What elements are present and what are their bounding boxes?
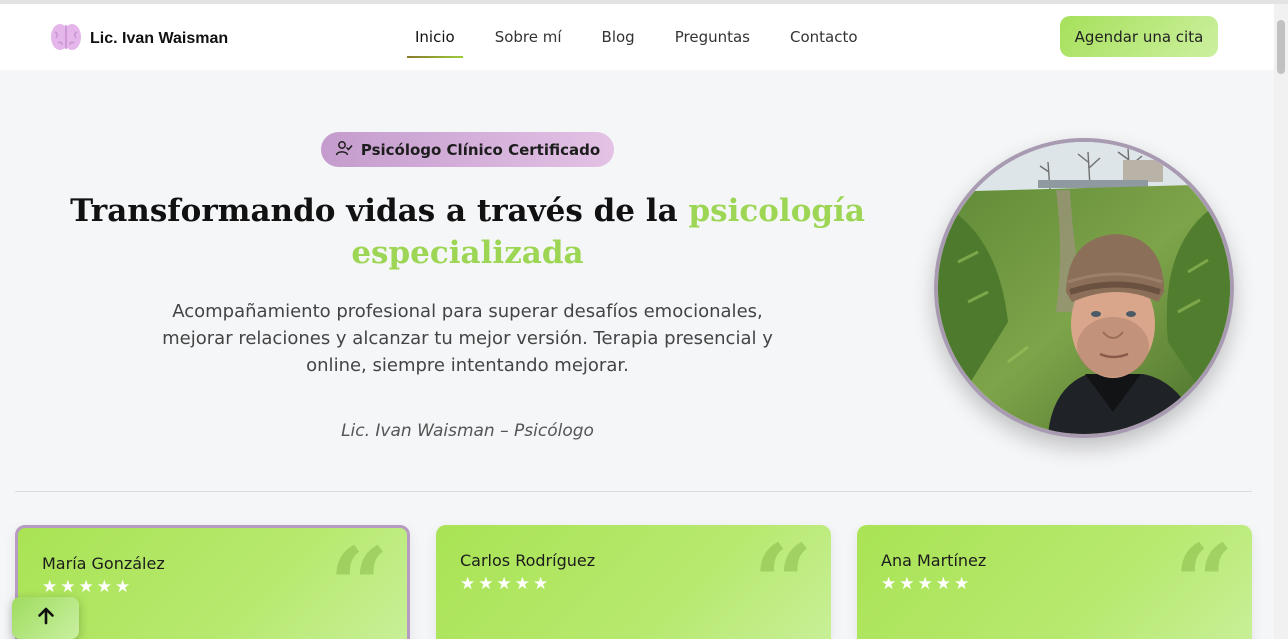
nav-preguntas[interactable]: Preguntas <box>675 4 750 70</box>
testimonial-author: María González <box>42 554 165 573</box>
scrollbar-thumb[interactable] <box>1277 20 1285 74</box>
hero-description: Acompañamiento profesional para superar … <box>162 301 773 376</box>
star-rating: ★★★★★ <box>42 577 134 597</box>
hero-title-main: Transformando vidas a través de la <box>70 193 689 229</box>
user-check-icon <box>335 139 353 161</box>
star-rating: ★★★★★ <box>881 574 973 594</box>
badge-label: Psicólogo Clínico Certificado <box>360 140 601 159</box>
arrow-up-icon <box>36 606 56 630</box>
hero-title: Transformando vidas a través de la psico… <box>60 190 875 274</box>
quote-icon: “ <box>1174 521 1234 639</box>
quote-icon: “ <box>329 524 389 639</box>
book-appointment-button[interactable]: Agendar una cita <box>1060 16 1218 57</box>
testimonial-card: Ana Martínez ★★★★★ “ <box>857 525 1252 639</box>
testimonial-author: Ana Martínez <box>881 551 987 570</box>
brand-name: Lic. Ivan Waisman <box>90 30 229 47</box>
brand-logo[interactable]: Lic. Ivan Waisman <box>50 22 228 56</box>
section-divider <box>15 491 1252 492</box>
profile-photo <box>934 138 1234 438</box>
hero-signature: Lic. Ivan Waisman – Psicólogo <box>341 421 594 441</box>
nav-contacto[interactable]: Contacto <box>790 4 858 70</box>
star-rating: ★★★★★ <box>460 574 552 594</box>
back-to-top-button[interactable] <box>12 597 79 639</box>
nav-sobre-mi[interactable]: Sobre mí <box>495 4 562 70</box>
testimonial-card: Carlos Rodríguez ★★★★★ “ <box>436 525 831 639</box>
quote-icon: “ <box>753 521 813 639</box>
site-header: Lic. Ivan Waisman Inicio Sobre mí Blog P… <box>0 4 1274 70</box>
main-nav: Inicio Sobre mí Blog Preguntas Contacto <box>400 4 878 70</box>
nav-inicio[interactable]: Inicio <box>407 4 463 70</box>
brain-icon <box>50 22 82 56</box>
nav-blog[interactable]: Blog <box>602 4 635 70</box>
vertical-scrollbar[interactable] <box>1274 4 1288 639</box>
certification-badge: Psicólogo Clínico Certificado <box>321 132 614 167</box>
testimonial-author: Carlos Rodríguez <box>460 551 596 570</box>
